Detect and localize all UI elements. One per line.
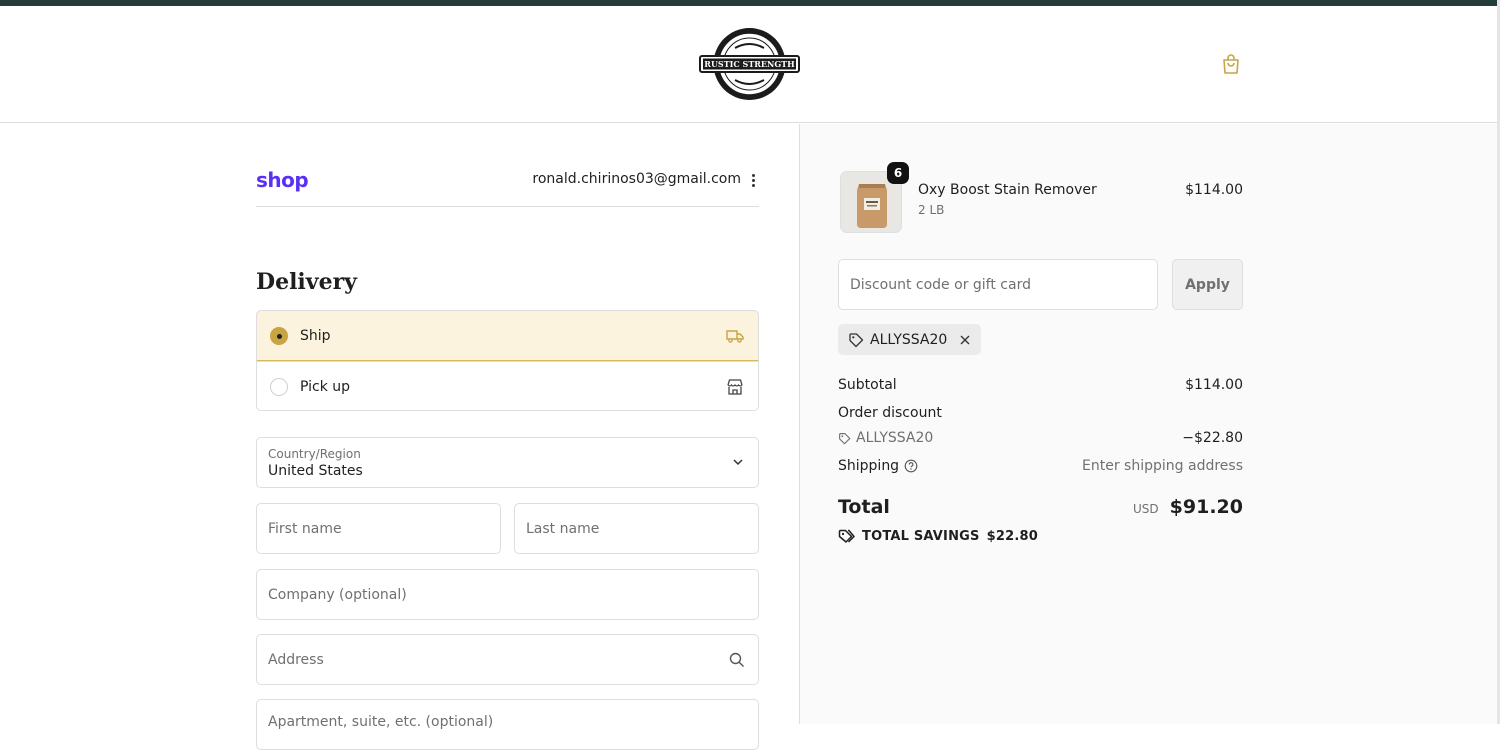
country-value: United States (268, 462, 363, 479)
quantity-badge: 6 (887, 162, 909, 184)
chevron-down-icon (733, 459, 743, 466)
tags-icon (838, 529, 855, 543)
shipping-label: Shipping (838, 458, 900, 474)
shopping-bag-icon[interactable] (1219, 52, 1243, 76)
divider (256, 206, 759, 207)
product-variant: 2 LB (918, 203, 945, 217)
applied-discount-chip: ALLYSSA20 (838, 324, 982, 355)
truck-icon (726, 330, 744, 343)
tag-icon (839, 432, 851, 444)
total-amount: $91.20 (1169, 496, 1243, 518)
apartment-field[interactable] (256, 699, 759, 750)
checkout-form-panel: shop ronald.chirinos03@gmail.com Deliver… (0, 124, 799, 750)
total-label: Total (838, 496, 890, 518)
order-discount-label: Order discount (838, 405, 942, 421)
close-icon[interactable] (959, 334, 971, 346)
shipping-value: Enter shipping address (1082, 458, 1243, 474)
account-email: ronald.chirinos03@gmail.com (532, 171, 741, 187)
last-name-field[interactable] (514, 503, 759, 554)
site-header: RUSTIC STRENGTH (0, 6, 1500, 123)
delivery-method-group: Ship Pick up (256, 310, 759, 411)
total-savings: TOTAL SAVINGS $22.80 (838, 528, 1038, 545)
discount-field[interactable] (838, 259, 1158, 310)
first-name-field[interactable] (256, 503, 501, 554)
order-summary-panel: 6 Oxy Boost Stain Remover 2 LB $114.00 A… (799, 124, 1497, 724)
subtotal-label: Subtotal (838, 377, 897, 393)
last-name-input[interactable] (526, 520, 758, 537)
shop-pay-logo: shop (256, 168, 309, 192)
applied-code-label: ALLYSSA20 (870, 331, 948, 348)
search-icon (729, 652, 744, 667)
tag-icon (849, 332, 864, 347)
product-name: Oxy Boost Stain Remover (918, 182, 1097, 198)
store-logo[interactable]: RUSTIC STRENGTH (699, 26, 800, 102)
discount-code-row: ALLYSSA20 −$22.80 (838, 430, 1243, 446)
help-icon[interactable] (904, 459, 918, 473)
savings-label: TOTAL SAVINGS (862, 529, 980, 544)
apartment-input[interactable] (268, 714, 758, 730)
subtotal-row: Subtotal $114.00 (838, 377, 1243, 393)
delivery-option-pickup[interactable]: Pick up (257, 361, 758, 410)
account-menu-icon[interactable] (749, 173, 757, 189)
store-icon (727, 379, 743, 395)
company-field[interactable] (256, 569, 759, 620)
address-field[interactable] (256, 634, 759, 685)
apply-discount-button[interactable]: Apply (1172, 259, 1243, 310)
delivery-option-label: Ship (300, 327, 331, 344)
address-input[interactable] (268, 651, 758, 668)
subtotal-value: $114.00 (1185, 377, 1243, 393)
delivery-option-ship[interactable]: Ship (257, 311, 758, 361)
total-row: Total USD $91.20 (838, 496, 1243, 518)
first-name-input[interactable] (268, 520, 500, 537)
country-select[interactable]: Country/Region United States (256, 437, 759, 488)
product-price: $114.00 (1185, 182, 1243, 198)
svg-text:RUSTIC STRENGTH: RUSTIC STRENGTH (704, 59, 795, 69)
discount-input[interactable] (850, 276, 1157, 293)
discount-amount: −$22.80 (1182, 430, 1243, 446)
delivery-heading: Delivery (256, 269, 357, 295)
radio-selected[interactable] (270, 327, 288, 345)
delivery-option-label: Pick up (300, 378, 351, 395)
company-input[interactable] (268, 586, 758, 603)
savings-value: $22.80 (986, 529, 1038, 544)
order-discount-row: Order discount (838, 405, 1243, 421)
radio-unselected[interactable] (270, 378, 288, 396)
country-label: Country/Region (268, 446, 361, 461)
shipping-row: Shipping Enter shipping address (838, 458, 1243, 474)
currency-code: USD (1132, 502, 1159, 516)
discount-code-label: ALLYSSA20 (856, 430, 934, 446)
